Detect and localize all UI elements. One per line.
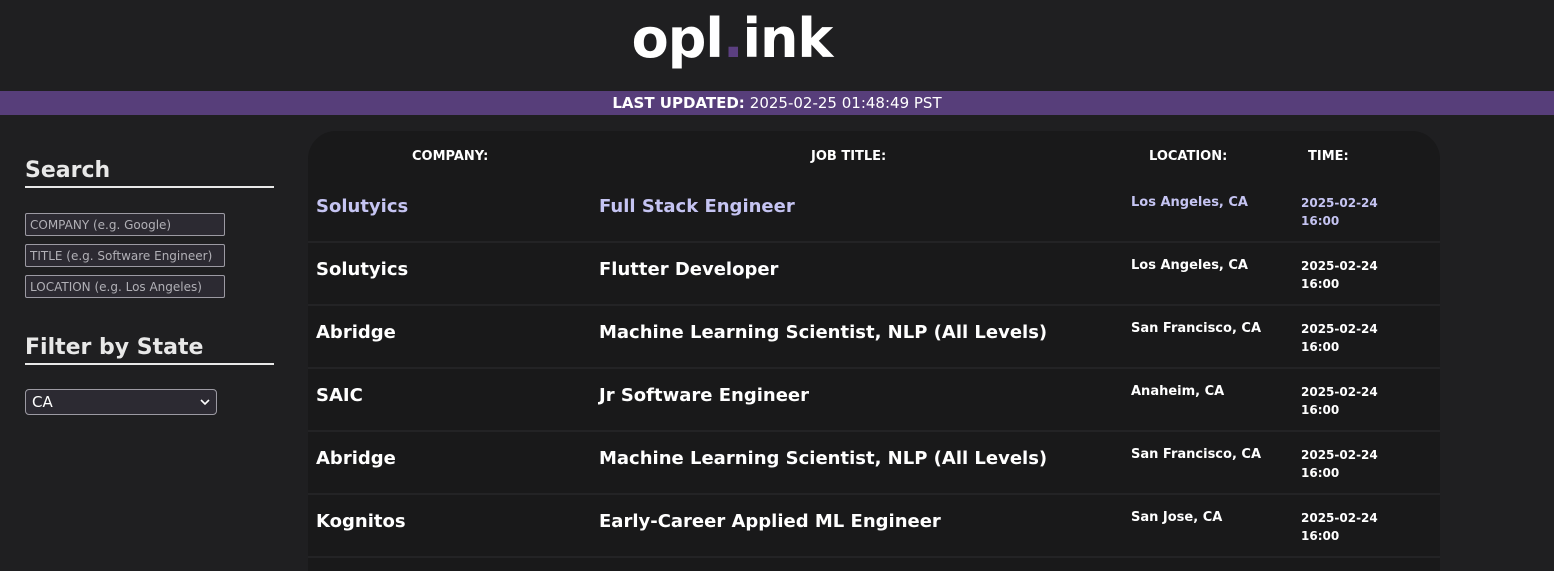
state-selected-value: CA [32, 393, 53, 411]
chevron-down-icon [200, 395, 210, 409]
table-row[interactable]: Abridge Machine Learning Scientist, NLP … [308, 306, 1440, 369]
row-location: San Jose, CA [1131, 510, 1223, 525]
jobs-table: COMPANY: JOB TITLE: LOCATION: TIME: Solu… [308, 131, 1440, 571]
row-title-link[interactable]: Early-Career Applied ML Engineer [599, 511, 941, 532]
row-location: Los Angeles, CA [1131, 258, 1248, 273]
filter-by-state-heading: Filter by State [25, 335, 274, 365]
row-time: 2025-02-24 16:00 [1301, 448, 1378, 480]
row-title-link[interactable]: Jr Software Engineer [599, 385, 809, 406]
column-header-location: LOCATION: [1149, 149, 1228, 164]
company-search-input[interactable] [25, 213, 225, 236]
last-updated-banner: LAST UPDATED: 2025-02-25 01:48:49 PST [0, 91, 1554, 115]
table-row[interactable]: Kognitos Early-Career Applied ML Enginee… [308, 495, 1440, 558]
last-updated-value: 2025-02-25 01:48:49 PST [749, 94, 942, 112]
last-updated-label: LAST UPDATED: [612, 94, 745, 112]
state-filter-select[interactable]: CA [25, 389, 217, 415]
column-header-title: JOB TITLE: [811, 149, 887, 164]
column-header-time: TIME: [1308, 149, 1349, 164]
row-location: San Francisco, CA [1131, 321, 1262, 336]
table-row[interactable]: SAIC Jr Software Engineer Anaheim, CA 20… [308, 369, 1440, 432]
row-title-link[interactable]: Machine Learning Scientist, NLP (All Lev… [599, 322, 1047, 343]
logo-dot: . [722, 6, 743, 70]
title-search-input[interactable] [25, 244, 225, 267]
row-time: 2025-02-24 16:00 [1301, 259, 1378, 291]
location-search-input[interactable] [25, 275, 225, 298]
row-time: 2025-02-24 16:00 [1301, 196, 1378, 228]
row-company: Solutyics [316, 196, 409, 217]
search-heading: Search [25, 158, 274, 188]
site-logo[interactable]: opl. ink [0, 0, 1464, 76]
row-company: Kognitos [316, 511, 406, 532]
row-location: Anaheim, CA [1131, 384, 1225, 399]
row-time: 2025-02-24 16:00 [1301, 511, 1378, 543]
column-header-company: COMPANY: [412, 149, 489, 164]
row-company: Abridge [316, 448, 396, 469]
row-location: Los Angeles, CA [1131, 195, 1248, 210]
row-time: 2025-02-24 16:00 [1301, 322, 1378, 354]
sidebar: Search Filter by State CA [25, 158, 275, 415]
table-row[interactable]: Solutyics Flutter Developer Los Angeles,… [308, 243, 1440, 306]
table-row[interactable]: Solutyics Full Stack Engineer Los Angele… [308, 180, 1440, 243]
row-company: Abridge [316, 322, 396, 343]
row-time: 2025-02-24 16:00 [1301, 385, 1378, 417]
logo-text-right: ink [742, 6, 833, 70]
logo-text-left: opl [631, 6, 724, 70]
table-header: COMPANY: JOB TITLE: LOCATION: TIME: [308, 131, 1440, 180]
row-title-link[interactable]: Machine Learning Scientist, NLP (All Lev… [599, 448, 1047, 469]
row-company: SAIC [316, 385, 363, 406]
table-row[interactable]: Abridge Machine Learning Scientist, NLP … [308, 432, 1440, 495]
row-title-link[interactable]: Full Stack Engineer [599, 196, 795, 217]
row-location: San Francisco, CA [1131, 447, 1262, 462]
row-company: Solutyics [316, 259, 409, 280]
row-title-link[interactable]: Flutter Developer [599, 259, 778, 280]
